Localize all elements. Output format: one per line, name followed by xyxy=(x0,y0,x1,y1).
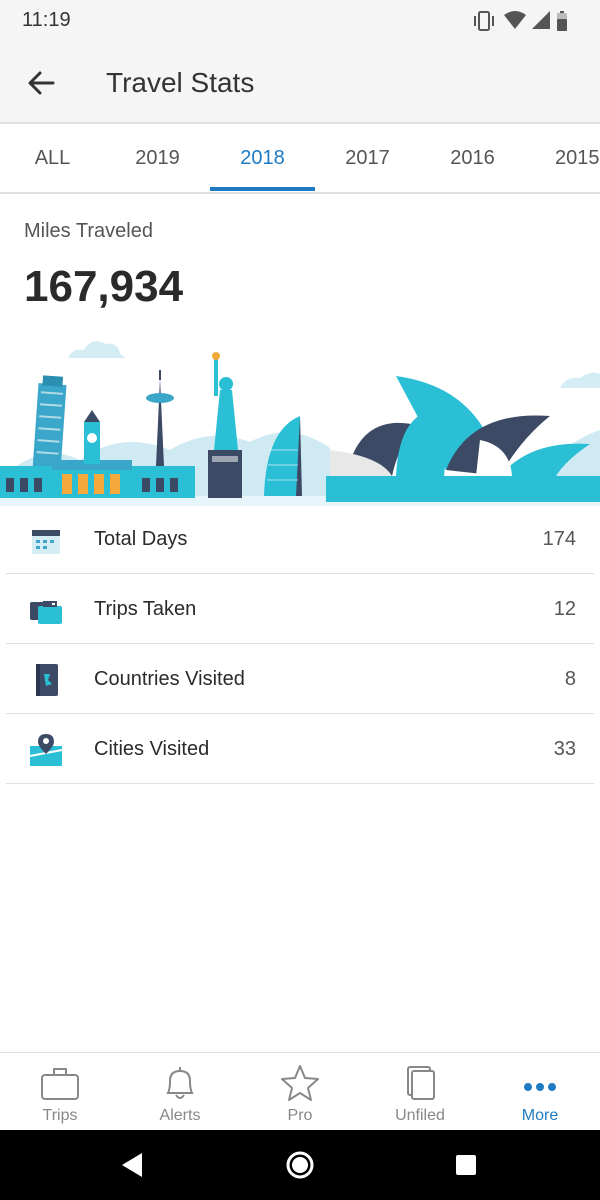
status-bar: 11:19 xyxy=(0,0,600,42)
list-item-trips-taken: Trips Taken 12 xyxy=(6,574,594,644)
active-tab-indicator xyxy=(210,187,315,191)
luggage-icon xyxy=(30,601,62,624)
skyline-illustration xyxy=(0,341,600,506)
nav-alerts[interactable]: Alerts xyxy=(120,1053,240,1131)
nav-label: Alerts xyxy=(159,1107,201,1124)
back-triangle-icon[interactable] xyxy=(114,1147,150,1183)
home-circle-icon[interactable] xyxy=(282,1147,318,1183)
list-item-cities-visited: Cities Visited 33 xyxy=(6,714,594,784)
briefcase-icon xyxy=(41,1068,79,1100)
status-time: 11:19 xyxy=(22,9,71,31)
nav-trips[interactable]: Trips xyxy=(0,1053,120,1131)
arrow-left-icon xyxy=(28,71,55,95)
nav-label: Trips xyxy=(42,1107,78,1124)
stat-value: 174 xyxy=(542,528,576,550)
calendar-icon xyxy=(32,530,60,554)
tab-2017[interactable]: 2017 xyxy=(315,124,420,192)
battery-icon xyxy=(557,11,567,31)
recents-square-icon[interactable] xyxy=(448,1147,484,1183)
tab-2015[interactable]: 2015 xyxy=(525,124,600,192)
bell-icon xyxy=(166,1067,194,1099)
page-title: Travel Stats xyxy=(106,67,255,98)
list-item-total-days: Total Days 174 xyxy=(6,504,594,574)
tab-all[interactable]: ALL xyxy=(0,124,105,192)
status-icons xyxy=(474,11,567,31)
back-button[interactable] xyxy=(18,60,64,106)
tab-2016[interactable]: 2016 xyxy=(420,124,525,192)
tab-2018[interactable]: 2018 xyxy=(210,124,315,192)
stat-value: 33 xyxy=(553,738,576,760)
stat-label: Cities Visited xyxy=(94,738,210,760)
system-nav-bar xyxy=(0,1130,600,1200)
signal-icon xyxy=(532,11,550,29)
stat-label: Countries Visited xyxy=(94,668,245,690)
year-tabs: ALL 2019 2018 2017 2016 2015 xyxy=(0,124,600,194)
stat-label: Trips Taken xyxy=(94,598,197,620)
map-pin-icon xyxy=(29,734,63,766)
stat-label: Total Days xyxy=(94,528,188,550)
more-dots-icon xyxy=(524,1083,556,1091)
vibrate-icon xyxy=(474,11,494,31)
stats-list: Total Days 174 Trips Taken 12 Countries … xyxy=(6,504,594,784)
stat-value: 12 xyxy=(553,598,576,620)
app-bar: Travel Stats xyxy=(0,42,600,124)
wifi-icon xyxy=(504,11,526,29)
documents-icon xyxy=(407,1066,435,1100)
nav-more[interactable]: More xyxy=(480,1053,600,1131)
stat-value: 8 xyxy=(564,668,576,690)
nav-label: Unfiled xyxy=(395,1107,445,1124)
star-icon xyxy=(281,1065,319,1101)
nav-pro[interactable]: Pro xyxy=(240,1053,360,1131)
nav-label: Pro xyxy=(287,1107,313,1124)
nav-unfiled[interactable]: Unfiled xyxy=(360,1053,480,1131)
list-item-countries-visited: Countries Visited 8 xyxy=(6,644,594,714)
miles-value: 167,934 xyxy=(24,262,184,311)
miles-label: Miles Traveled xyxy=(24,220,153,242)
tab-2019[interactable]: 2019 xyxy=(105,124,210,192)
nav-label: More xyxy=(521,1107,559,1124)
passport-icon xyxy=(36,664,58,696)
bottom-nav: Trips Alerts Pro Unfiled More xyxy=(0,1052,600,1130)
